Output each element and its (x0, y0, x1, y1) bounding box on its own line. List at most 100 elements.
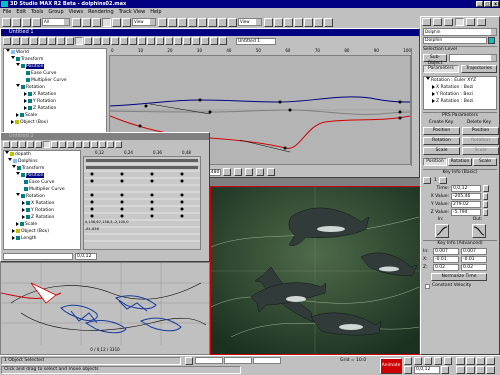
delete-keys-icon[interactable] (147, 37, 155, 45)
y-spinner-icon[interactable] (483, 201, 488, 208)
edit-ranges-icon[interactable] (66, 37, 74, 45)
y-value-field[interactable]: 279.02 (451, 201, 481, 208)
undo-icon[interactable] (2, 17, 11, 27)
menu-rendering[interactable]: Rendering (88, 8, 114, 16)
object-name-field[interactable]: Dolphin (423, 37, 487, 44)
edit-time-icon[interactable] (57, 37, 65, 45)
max-app-icon[interactable] (1, 1, 8, 7)
close-button[interactable]: x (492, 1, 499, 7)
zoom-region-icon[interactable] (245, 168, 254, 176)
controller-item[interactable]: Rotation : Euler XYZ (426, 77, 496, 84)
assign-controller-icon[interactable] (27, 141, 34, 148)
z-value-field[interactable]: -5.794 (451, 209, 481, 216)
add-keys-icon[interactable] (84, 37, 92, 45)
edit-keys-icon[interactable] (43, 141, 50, 148)
lock-selection-icon[interactable] (185, 357, 193, 365)
tree-item[interactable]: Transform (5, 165, 80, 172)
function-curves-icon[interactable] (67, 141, 74, 148)
position-mode-button[interactable]: Position (423, 158, 447, 166)
zoom-horizontal-icon[interactable] (223, 168, 232, 176)
time-config-icon[interactable] (441, 366, 449, 374)
prev-key-icon[interactable] (423, 177, 431, 184)
properties-icon[interactable] (174, 37, 182, 45)
time-field[interactable]: 0,0,12 (451, 185, 481, 192)
tree-item-selected[interactable]: Position (5, 172, 80, 179)
pan-icon[interactable] (256, 168, 265, 176)
delete-scale-key-button[interactable]: Scale (462, 147, 499, 155)
rotation-mode-button[interactable]: Rotation (448, 158, 472, 166)
material-editor-icon[interactable] (284, 17, 293, 27)
menu-help[interactable]: Help (150, 8, 161, 16)
adv-in-x-field[interactable]: 0.007 (433, 248, 459, 255)
track-view-2-time-field[interactable]: 0,0,12 (75, 253, 97, 260)
create-scale-key-button[interactable]: Scale (423, 147, 460, 155)
object-color-swatch[interactable] (488, 37, 495, 44)
tree-item[interactable]: Multiplier Curve (5, 186, 80, 193)
x-coordinate-field[interactable] (195, 357, 223, 364)
adv-in-z-field[interactable]: 0.02 (433, 264, 459, 271)
sub-object-button[interactable]: Sub-Object (423, 54, 447, 66)
delete-rotation-key-button[interactable]: Rotation (462, 137, 499, 145)
render-type-icon[interactable] (314, 17, 323, 27)
render-scene-icon[interactable] (294, 17, 303, 27)
viewport-top[interactable]: 0 / 0,12 / 3310 (0, 262, 210, 355)
tree-item[interactable]: Dolphins (5, 158, 80, 165)
lock-icon[interactable] (483, 185, 489, 192)
utilities-tab-icon[interactable] (477, 18, 486, 26)
dope-sheet-area[interactable]: 0,158,67,138,3,-2,100,0 -81.836 (83, 156, 201, 250)
paste-controller-icon[interactable] (21, 37, 29, 45)
show-tangents-icon[interactable] (156, 37, 164, 45)
tree-item[interactable]: X Rotation (5, 200, 80, 207)
key-mode-icon[interactable] (404, 366, 412, 374)
function-curves-icon[interactable] (75, 37, 83, 45)
hierarchy-tab-icon[interactable] (444, 18, 453, 26)
tree-item-selected[interactable]: Position (6, 63, 106, 70)
arc-rotate-icon[interactable] (476, 366, 485, 374)
scale-icon[interactable] (122, 17, 131, 27)
scale-values-icon[interactable] (120, 37, 128, 45)
add-keys-icon[interactable] (75, 141, 82, 148)
filters-icon[interactable] (3, 37, 11, 45)
zoom-extents-all-icon[interactable] (486, 357, 495, 365)
controller-item[interactable]: Y Rotation : Bezi (426, 91, 496, 98)
param-curve-icon[interactable] (210, 37, 218, 45)
animate-button[interactable]: Animate (380, 358, 402, 374)
move-keys-icon[interactable] (83, 141, 90, 148)
zoom-icon[interactable] (234, 168, 243, 176)
sub-object-dropdown[interactable] (449, 54, 497, 62)
copy-controller-icon[interactable] (12, 37, 20, 45)
tree-item[interactable]: Y Rotation (5, 207, 80, 214)
axis-y-icon[interactable] (178, 17, 187, 27)
adv-out-x-field[interactable]: 0.007 (461, 248, 487, 255)
constant-velocity-checkbox[interactable] (425, 283, 430, 289)
multiplier-curve-icon[interactable] (138, 37, 146, 45)
filters-icon[interactable] (3, 141, 10, 148)
delete-keys-icon[interactable] (107, 141, 114, 148)
parameters-tab[interactable]: Parameters (423, 65, 459, 73)
tree-item[interactable]: Rotation (5, 193, 80, 200)
axis-xy-icon[interactable] (198, 17, 207, 27)
create-rotation-key-button[interactable]: Rotation (423, 137, 460, 145)
menu-track-view[interactable]: Track View (119, 8, 146, 16)
tree-item[interactable]: Z Rotation (5, 214, 80, 221)
edit-time-icon[interactable] (51, 141, 58, 148)
menu-edit[interactable]: Edit (16, 8, 26, 16)
move-keys-icon[interactable] (93, 37, 101, 45)
track-view-icon[interactable] (264, 17, 273, 27)
assign-controller-icon[interactable] (30, 37, 38, 45)
tree-item[interactable]: Y Rotation (6, 98, 106, 105)
tree-item[interactable]: dopath (5, 151, 80, 158)
ease-curve-icon[interactable] (129, 37, 137, 45)
tree-item[interactable]: Ease Curve (5, 179, 80, 186)
coord-system-dropdown[interactable]: View (132, 18, 156, 26)
teapot-icon[interactable] (324, 17, 333, 27)
tree-item[interactable]: Scale (6, 112, 106, 119)
slide-keys-icon[interactable] (91, 141, 98, 148)
controller-item[interactable]: X Rotation : Bezi (426, 84, 496, 91)
show-all-icon[interactable] (219, 37, 227, 45)
array-icon[interactable] (218, 17, 227, 27)
out-of-range-icon[interactable] (201, 37, 209, 45)
schematic-icon[interactable] (274, 17, 283, 27)
edit-ranges-icon[interactable] (59, 141, 66, 148)
normalize-time-button[interactable]: Normalize Time (431, 273, 487, 281)
